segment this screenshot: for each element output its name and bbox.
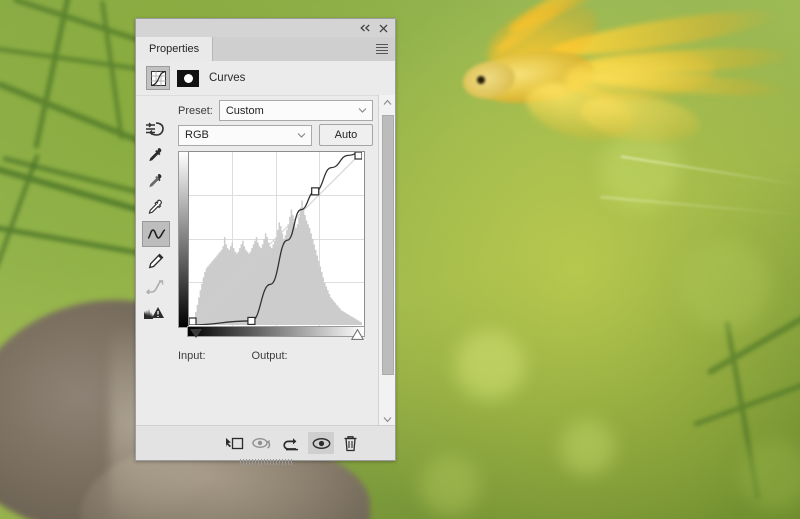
toggle-previous-state-button[interactable] — [250, 432, 276, 454]
output-label: Output: — [251, 350, 288, 362]
preset-value: Custom — [225, 104, 264, 117]
panel-tab-strip: Properties — [136, 37, 395, 61]
bokeh-highlight — [420, 455, 480, 515]
curves-content: Preset: Custom RGB Auto Input: Output: — [136, 95, 379, 426]
curve-control-point[interactable] — [247, 316, 256, 325]
curves-tool-column — [142, 117, 170, 327]
black-point-eyedropper-icon[interactable] — [142, 143, 168, 167]
on-image-adjust-icon[interactable] — [142, 117, 168, 141]
scrollbar-track[interactable] — [381, 109, 394, 412]
clip-to-layer-button[interactable] — [221, 432, 247, 454]
scrollbar-thumb[interactable] — [382, 115, 394, 375]
channel-row: RGB Auto — [178, 124, 373, 146]
fish-eye — [477, 76, 485, 84]
clipping-warning-icon[interactable] — [142, 301, 168, 325]
panel-body: Curves Preset: Custom RGB Auto Input: Ou… — [136, 61, 395, 465]
panel-resize-grip[interactable] — [239, 459, 292, 465]
input-label: Input: — [178, 350, 206, 362]
panel-menu-hamburger-icon[interactable] — [376, 44, 388, 54]
layer-mask-thumbnail[interactable] — [177, 69, 199, 87]
goldfish-subject — [430, 0, 800, 180]
screenshot-root: Properties Curves Preset: Custom RGB Aut… — [0, 0, 800, 519]
blackpoint-whitepoint-sliders — [188, 329, 365, 343]
close-icon[interactable] — [377, 22, 390, 34]
preset-row: Preset: Custom — [178, 100, 373, 121]
tab-properties[interactable]: Properties — [136, 37, 214, 61]
preset-label: Preset: — [178, 104, 213, 117]
curve-control-point[interactable] — [311, 187, 320, 196]
gray-point-eyedropper-icon[interactable] — [142, 169, 168, 193]
auto-button[interactable]: Auto — [319, 124, 373, 146]
adjustment-header: Curves — [136, 61, 395, 96]
scroll-down-arrow-icon[interactable] — [379, 412, 395, 426]
adjustment-title: Curves — [209, 72, 246, 84]
tab-properties-label: Properties — [149, 43, 200, 55]
pencil-draw-curve-icon[interactable] — [142, 249, 168, 273]
tone-curve[interactable] — [189, 152, 362, 325]
auto-button-label: Auto — [334, 129, 358, 141]
white-point-eyedropper-icon[interactable] — [142, 195, 168, 219]
panel-footer — [136, 425, 395, 465]
black-point-slider[interactable] — [190, 329, 202, 338]
delete-button[interactable] — [337, 432, 363, 454]
chevron-down-icon — [297, 131, 306, 140]
panel-title-bar — [136, 19, 395, 37]
chevron-down-icon — [358, 106, 367, 115]
curve-point-tool-icon[interactable] — [142, 221, 170, 247]
input-output-row: Input: Output: — [178, 350, 288, 362]
bokeh-highlight — [455, 330, 525, 400]
smooth-curve-icon[interactable] — [142, 275, 168, 299]
panel-scrollbar[interactable] — [378, 95, 395, 426]
reset-button[interactable] — [279, 432, 305, 454]
curve-control-point[interactable] — [354, 152, 362, 160]
curve-grid[interactable] — [188, 151, 365, 328]
curves-adjustment-icon[interactable] — [146, 66, 170, 90]
collapse-double-chevron-icon[interactable] — [359, 22, 372, 34]
channel-value: RGB — [185, 129, 209, 141]
properties-panel: Properties Curves Preset: Custom RGB Aut… — [135, 18, 396, 465]
channel-select[interactable]: RGB — [178, 124, 312, 146]
curve-control-point[interactable] — [189, 317, 197, 325]
white-point-slider[interactable] — [351, 329, 364, 340]
toggle-visibility-button[interactable] — [308, 432, 334, 454]
scroll-up-arrow-icon[interactable] — [379, 95, 395, 109]
curves-graph[interactable] — [178, 151, 365, 340]
bokeh-highlight — [560, 420, 615, 475]
preset-select[interactable]: Custom — [218, 100, 373, 121]
bokeh-highlight — [680, 240, 770, 330]
